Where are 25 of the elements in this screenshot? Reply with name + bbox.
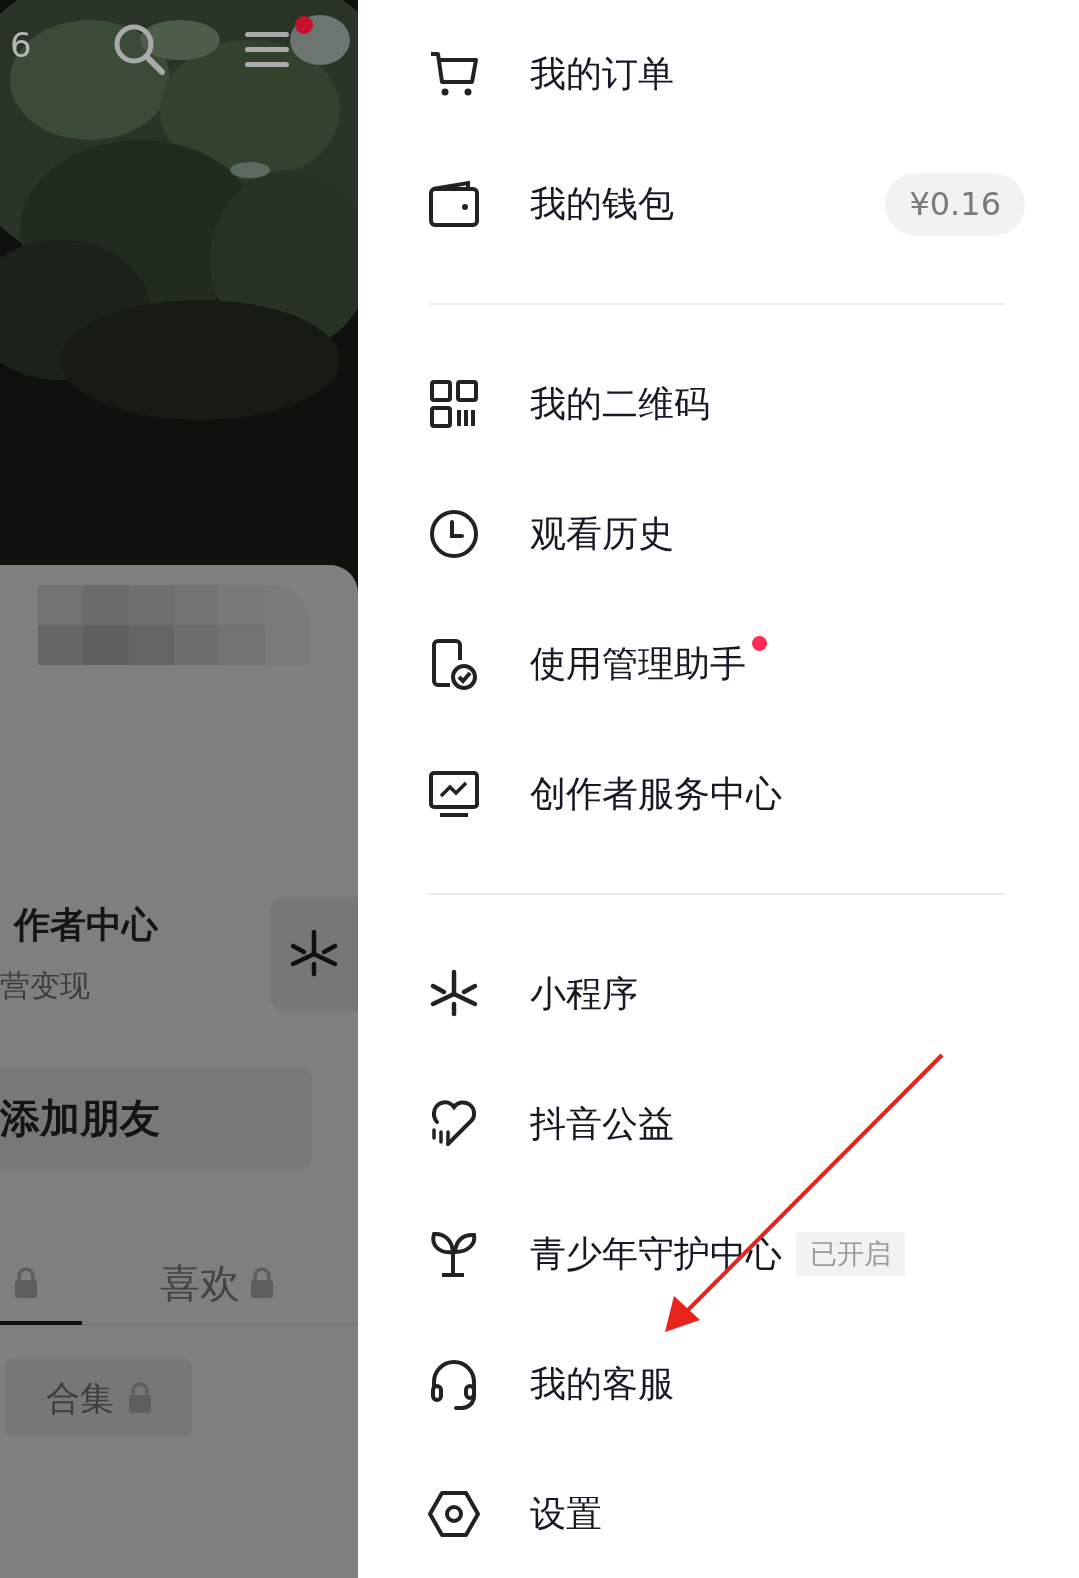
menu-item[interactable]: 设置 xyxy=(428,1449,1025,1578)
menu-item[interactable]: 小程序 xyxy=(428,929,1025,1059)
settings-icon xyxy=(428,1488,480,1540)
menu-icon[interactable] xyxy=(245,32,289,68)
mini-program-button[interactable] xyxy=(270,897,358,1011)
menu-item[interactable]: 青少年守护中心 已开启 xyxy=(428,1189,1025,1319)
follower-count: 6 xyxy=(10,28,32,62)
menu-item[interactable]: 我的二维码 xyxy=(428,339,1025,469)
menu-item[interactable]: 观看历史 xyxy=(428,469,1025,599)
add-friend-button[interactable]: 添加朋友 xyxy=(0,1067,312,1169)
creator-center-subtitle: 营变现 xyxy=(0,971,91,1001)
menu-item[interactable]: 使用管理助手 xyxy=(428,599,1025,729)
balance-badge: ¥0.16 xyxy=(885,172,1025,236)
menu-item[interactable]: 创作者服务中心 xyxy=(428,729,1025,859)
menu-item[interactable]: 我的客服 xyxy=(428,1319,1025,1449)
creator-center-title: 作者中心 xyxy=(12,907,158,943)
search-icon[interactable] xyxy=(112,22,166,76)
qr-code-icon xyxy=(428,378,480,430)
menu-item[interactable]: 抖音公益 xyxy=(428,1059,1025,1189)
clock-icon xyxy=(428,508,480,560)
menu-item[interactable]: 我的订单 xyxy=(428,9,1025,139)
monitor-chart-icon xyxy=(428,768,480,820)
menu-item[interactable]: 我的钱包 ¥0.16 xyxy=(428,139,1025,269)
status-tag: 已开启 xyxy=(796,1232,905,1276)
wallet-icon xyxy=(428,178,480,230)
